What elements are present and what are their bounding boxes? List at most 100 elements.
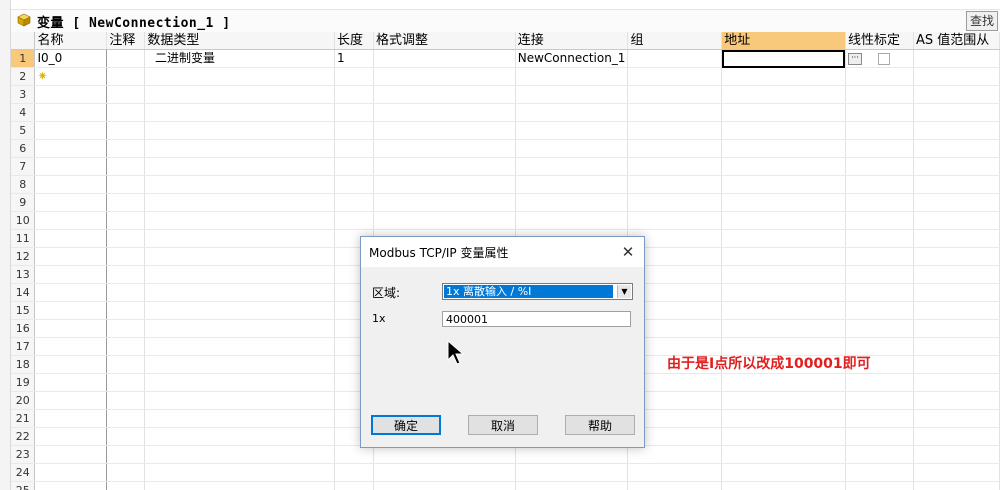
cell-name[interactable] [34, 157, 108, 176]
cell-format[interactable] [373, 67, 516, 86]
cell-linear-scaling[interactable] [845, 427, 914, 446]
cell-address[interactable] [721, 283, 846, 302]
cell-name[interactable] [34, 121, 108, 140]
cell-address[interactable] [721, 139, 846, 158]
table-row[interactable]: 23 [11, 445, 1000, 464]
cell-datatype[interactable] [144, 301, 335, 320]
col-header-address[interactable]: 地址 [721, 32, 846, 50]
cell-connection[interactable] [515, 463, 629, 482]
cell-as-range-from[interactable] [913, 355, 1000, 374]
cell-datatype[interactable] [144, 157, 335, 176]
cell-group[interactable] [627, 463, 723, 482]
cell-comment[interactable] [106, 463, 146, 482]
col-header-name[interactable]: 名称 [34, 32, 108, 50]
cell-connection[interactable] [515, 103, 629, 122]
cell-as-range-from[interactable] [913, 175, 1000, 194]
row-number[interactable]: 15 [11, 301, 36, 320]
cell-address[interactable] [721, 247, 846, 266]
cell-comment[interactable] [106, 103, 146, 122]
cell-as-range-from[interactable] [913, 427, 1000, 446]
row-number[interactable]: 9 [11, 193, 36, 212]
cell-datatype[interactable] [144, 355, 335, 374]
cell-format[interactable] [373, 211, 516, 230]
cell-comment[interactable] [106, 121, 146, 140]
cell-group[interactable] [627, 193, 723, 212]
cell-comment[interactable] [106, 157, 146, 176]
cell-name[interactable] [34, 103, 108, 122]
cell-connection[interactable] [515, 85, 629, 104]
cell-connection[interactable] [515, 445, 629, 464]
linear-scaling-checkbox[interactable] [877, 52, 890, 65]
cell-format[interactable] [373, 103, 516, 122]
cell-comment[interactable] [106, 211, 146, 230]
cell-name[interactable] [34, 337, 108, 356]
cell-name[interactable] [34, 247, 108, 266]
cell-format[interactable] [373, 175, 516, 194]
cell-group[interactable] [627, 121, 723, 140]
cell-as-range-from[interactable] [913, 301, 1000, 320]
cell-address[interactable] [721, 67, 846, 86]
cell-linear-scaling[interactable] [845, 175, 914, 194]
cell-format[interactable] [373, 85, 516, 104]
row-number[interactable]: 16 [11, 319, 36, 338]
cell-address[interactable] [721, 85, 846, 104]
cell-address[interactable] [721, 301, 846, 320]
cell-address[interactable] [721, 391, 846, 410]
table-row[interactable]: 25 [11, 481, 1000, 490]
cell-linear-scaling[interactable] [845, 463, 914, 482]
cell-name[interactable] [34, 211, 108, 230]
cell-linear-scaling[interactable] [845, 139, 914, 158]
col-header-datatype[interactable]: 数据类型 [144, 32, 335, 50]
cell-format[interactable] [373, 157, 516, 176]
cell-datatype[interactable] [144, 211, 335, 230]
cell-linear-scaling[interactable] [845, 85, 914, 104]
cell-connection[interactable] [515, 121, 629, 140]
cell-length[interactable] [334, 157, 374, 176]
cell-datatype[interactable] [144, 391, 335, 410]
cell-datatype[interactable]: 二进制变量 [144, 49, 335, 68]
cell-as-range-from[interactable] [913, 247, 1000, 266]
cell-linear-scaling[interactable] [845, 103, 914, 122]
cell-group[interactable] [627, 139, 723, 158]
cell-as-range-from[interactable] [913, 229, 1000, 248]
cell-name[interactable] [34, 319, 108, 338]
cell-length[interactable]: 1 [334, 49, 374, 68]
cell-address[interactable] [721, 229, 846, 248]
table-row[interactable]: 24 [11, 463, 1000, 482]
cell-address[interactable] [721, 157, 846, 176]
cell-address[interactable] [721, 103, 846, 122]
cell-as-range-from[interactable] [913, 409, 1000, 428]
cell-comment[interactable] [106, 49, 146, 68]
corner-header[interactable] [11, 32, 36, 50]
cell-address[interactable] [721, 409, 846, 428]
help-button[interactable]: 帮助 [565, 415, 635, 435]
cell-length[interactable] [334, 463, 374, 482]
cell-name[interactable] [34, 283, 108, 302]
cell-comment[interactable] [106, 373, 146, 392]
cell-group[interactable] [627, 445, 723, 464]
cell-address[interactable] [721, 445, 846, 464]
cell-datatype[interactable] [144, 193, 335, 212]
row-number[interactable]: 19 [11, 373, 36, 392]
table-row[interactable]: 5 [11, 121, 1000, 140]
cell-datatype[interactable] [144, 337, 335, 356]
table-row[interactable]: 8 [11, 175, 1000, 194]
cell-comment[interactable] [106, 301, 146, 320]
cell-comment[interactable] [106, 175, 146, 194]
cell-name[interactable] [34, 409, 108, 428]
cell-name[interactable] [34, 481, 108, 490]
cell-name[interactable]: I0_0 [34, 49, 108, 68]
row-number[interactable]: 18 [11, 355, 36, 374]
cell-as-range-from[interactable] [913, 337, 1000, 356]
cell-comment[interactable] [106, 229, 146, 248]
row-number[interactable]: 12 [11, 247, 36, 266]
cell-datatype[interactable] [144, 481, 335, 490]
cell-format[interactable] [373, 49, 516, 68]
cell-length[interactable] [334, 103, 374, 122]
cell-length[interactable] [334, 445, 374, 464]
cell-format[interactable] [373, 481, 516, 490]
cell-connection[interactable] [515, 211, 629, 230]
cell-length[interactable] [334, 175, 374, 194]
cell-connection[interactable] [515, 175, 629, 194]
cell-linear-scaling[interactable] [845, 247, 914, 266]
